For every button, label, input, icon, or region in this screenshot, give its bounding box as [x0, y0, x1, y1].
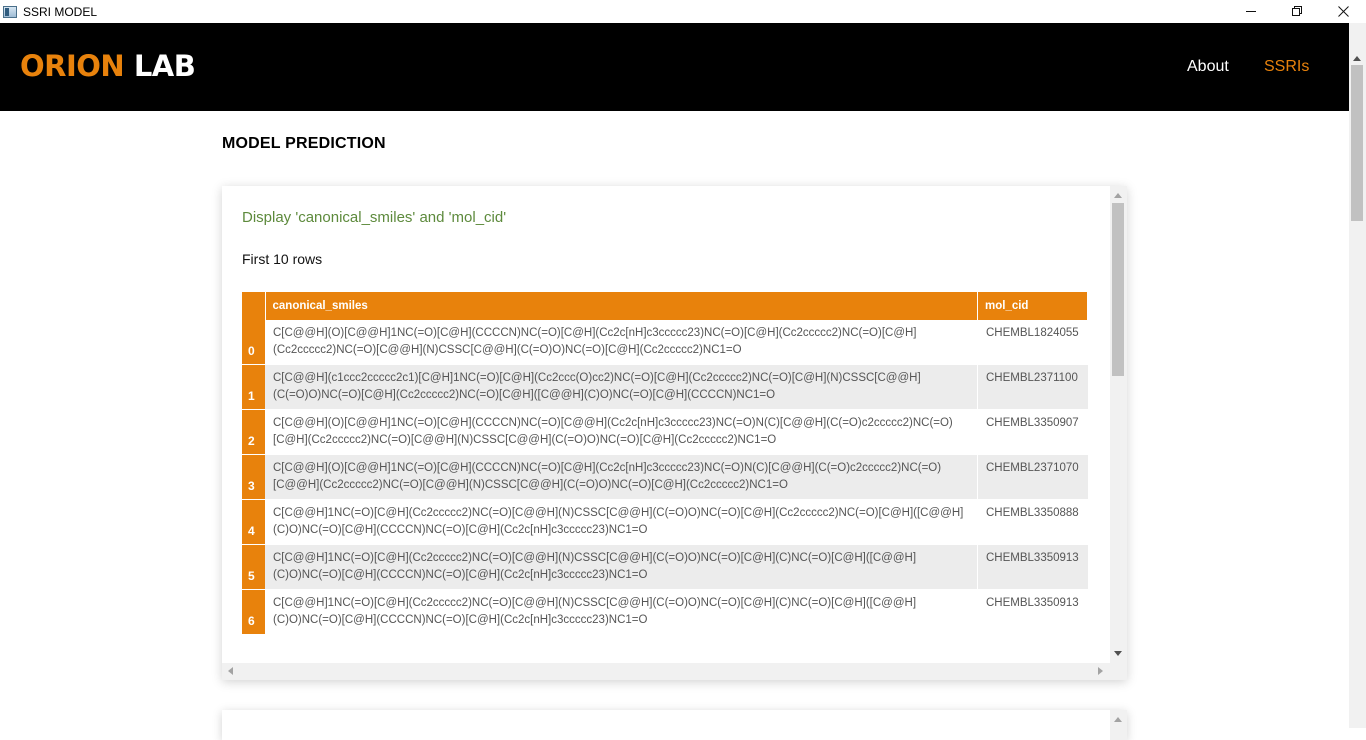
section-title: MODEL PREDICTION — [222, 135, 386, 152]
table-row: 2 C[C@@H](O)[C@@H]1NC(=O)[C@H](CCCCN)NC(… — [242, 409, 1088, 455]
table-header-row: canonical_smiles mol_cid — [242, 292, 1088, 320]
index-column-header — [242, 292, 266, 320]
table-row: 1 C[C@@H](c1ccc2ccccc2c1)[C@H]1NC(=O)[C@… — [242, 364, 1088, 410]
restore-icon — [1291, 6, 1302, 16]
table-row: 5 C[C@@H]1NC(=O)[C@H](Cc2ccccc2)NC(=O)[C… — [242, 544, 1088, 590]
row-smiles: C[C@@H](O)[C@@H]1NC(=O)[C@H](CCCCN)NC(=O… — [265, 409, 978, 455]
row-smiles: C[C@@H](c1ccc2ccccc2c1)[C@H]1NC(=O)[C@H]… — [265, 364, 978, 410]
logo[interactable]: ORION LAB — [20, 49, 196, 83]
next-card-vertical-scrollbar[interactable] — [1110, 710, 1127, 740]
window-title: SSRI MODEL — [23, 4, 98, 19]
page-scrollbar-thumb[interactable] — [1351, 65, 1363, 221]
cid-column-header: mol_cid — [977, 292, 1088, 320]
table-row: 3 C[C@@H](O)[C@@H]1NC(=O)[C@H](CCCCN)NC(… — [242, 454, 1088, 500]
scroll-left-arrow-icon[interactable] — [228, 667, 233, 675]
row-cid: CHEMBL2371100 — [977, 364, 1088, 410]
logo-lab: LAB — [133, 49, 196, 83]
card-vertical-scrollbar-thumb[interactable] — [1112, 203, 1124, 376]
scroll-up-arrow-icon[interactable] — [1114, 193, 1122, 198]
restore-button[interactable] — [1274, 0, 1320, 23]
table-row: 0 C[C@@H](O)[C@@H]1NC(=O)[C@H](CCCCN)NC(… — [242, 320, 1088, 365]
row-cid: CHEMBL3350888 — [977, 499, 1088, 545]
window-controls — [1228, 0, 1366, 23]
row-cid: CHEMBL2371070 — [977, 454, 1088, 500]
row-cid: CHEMBL1824055 — [977, 320, 1088, 365]
top-navbar: ORION LAB About SSRIs — [0, 23, 1349, 111]
row-cid: CHEMBL3350913 — [977, 544, 1088, 590]
row-index: 1 — [242, 364, 265, 410]
smiles-column-header: canonical_smiles — [265, 292, 978, 320]
row-index: 3 — [242, 454, 265, 500]
scrollbar-corner — [1110, 663, 1127, 680]
page-scrollbar[interactable] — [1349, 23, 1366, 728]
row-index: 2 — [242, 409, 265, 455]
row-index: 5 — [242, 544, 265, 590]
table-row: 4 C[C@@H]1NC(=O)[C@H](Cc2ccccc2)NC(=O)[C… — [242, 499, 1088, 545]
window-titlebar: SSRI MODEL — [0, 0, 1366, 23]
logo-orion: ORION — [20, 49, 125, 83]
app-icon — [3, 5, 17, 18]
nav-link-about[interactable]: About — [1187, 58, 1229, 76]
minimize-button[interactable] — [1228, 0, 1274, 23]
row-smiles: C[C@@H]1NC(=O)[C@H](Cc2ccccc2)NC(=O)[C@@… — [265, 499, 978, 545]
display-title: Display 'canonical_smiles' and 'mol_cid' — [242, 209, 507, 226]
row-index: 4 — [242, 499, 265, 545]
nav-link-ssris[interactable]: SSRIs — [1264, 58, 1309, 76]
row-smiles: C[C@@H](O)[C@@H]1NC(=O)[C@H](CCCCN)NC(=O… — [265, 454, 978, 500]
minimize-icon — [1245, 11, 1256, 12]
row-cid: CHEMBL3350913 — [977, 589, 1088, 635]
scroll-up-arrow-icon[interactable] — [1353, 56, 1361, 61]
row-smiles: C[C@@H](O)[C@@H]1NC(=O)[C@H](CCCCN)NC(=O… — [265, 320, 978, 365]
prediction-card: Display 'canonical_smiles' and 'mol_cid'… — [222, 186, 1127, 680]
next-card — [222, 710, 1127, 740]
scroll-down-arrow-icon[interactable] — [1114, 651, 1122, 656]
row-index: 6 — [242, 589, 265, 635]
row-cid: CHEMBL3350907 — [977, 409, 1088, 455]
close-icon — [1337, 6, 1349, 17]
rows-note: First 10 rows — [242, 251, 323, 267]
row-smiles: C[C@@H]1NC(=O)[C@H](Cc2ccccc2)NC(=O)[C@@… — [265, 544, 978, 590]
card-vertical-scrollbar[interactable] — [1110, 186, 1127, 663]
prediction-card-content: Display 'canonical_smiles' and 'mol_cid'… — [222, 186, 1110, 663]
results-table: canonical_smiles mol_cid 0 C[C@@H](O)[C@… — [242, 292, 1088, 635]
row-smiles: C[C@@H]1NC(=O)[C@H](Cc2ccccc2)NC(=O)[C@@… — [265, 589, 978, 635]
scroll-up-arrow-icon[interactable] — [1114, 717, 1122, 722]
table-row: 6 C[C@@H]1NC(=O)[C@H](Cc2ccccc2)NC(=O)[C… — [242, 589, 1088, 635]
row-index: 0 — [242, 320, 265, 365]
scroll-right-arrow-icon[interactable] — [1098, 667, 1103, 675]
close-button[interactable] — [1320, 0, 1366, 23]
card-horizontal-scrollbar[interactable] — [222, 663, 1110, 680]
